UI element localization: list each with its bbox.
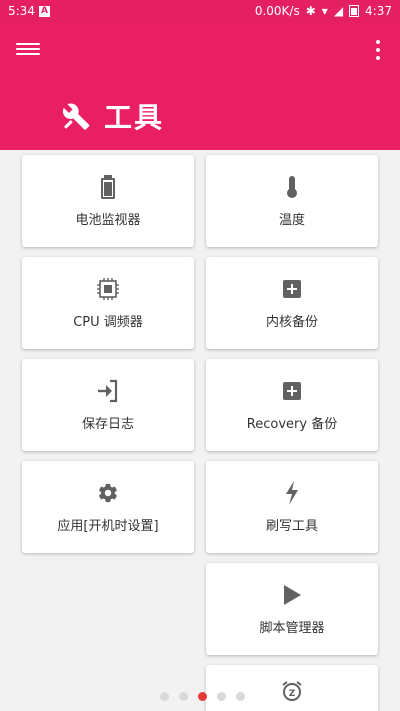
status-time: 4:37	[365, 4, 392, 18]
gear-icon	[96, 481, 120, 505]
tool-card-cpu-tuner[interactable]: CPU 调频器	[22, 257, 194, 349]
svg-text:Z: Z	[289, 689, 296, 699]
battery-status-icon	[349, 5, 360, 17]
play-icon	[280, 583, 304, 607]
wifi-icon: ▾	[321, 4, 328, 18]
tool-label: 保存日志	[81, 416, 134, 432]
page-dot[interactable]	[179, 692, 188, 701]
tool-label: CPU 调频器	[73, 314, 143, 330]
tool-card-save-log[interactable]: 保存日志	[22, 359, 194, 451]
tool-label: 刷写工具	[265, 518, 318, 534]
alarm-snooze-icon: Z	[280, 679, 304, 703]
status-bar: 5:34 A 0.00K/s ✱ ▾ ◢ 4:37	[0, 0, 400, 22]
menu-icon[interactable]	[16, 40, 40, 60]
tool-card-apply-on-boot[interactable]: 应用[开机时设置]	[22, 461, 194, 553]
app-bar: 工具	[0, 22, 400, 150]
tool-label: 应用[开机时设置]	[57, 518, 159, 534]
network-speed: 0.00K/s	[254, 4, 300, 18]
signal-icon: ◢	[333, 4, 344, 18]
tool-card-battery-monitor[interactable]: 电池监视器	[22, 155, 194, 247]
header-title-row: 工具	[60, 96, 164, 136]
tool-card-partial[interactable]: Z	[206, 665, 378, 711]
tool-card-script-manager[interactable]: 脚本管理器	[206, 563, 378, 655]
tool-card-flash-tool[interactable]: 刷写工具	[206, 461, 378, 553]
cpu-chip-icon	[96, 277, 120, 301]
tool-card-kernel-backup[interactable]: 内核备份	[206, 257, 378, 349]
page-indicator	[160, 692, 245, 701]
battery-icon	[96, 174, 120, 199]
page-dot[interactable]	[160, 692, 169, 701]
add-box-icon	[280, 379, 304, 403]
more-options-icon[interactable]	[374, 40, 382, 60]
notification-a-icon: A	[38, 5, 50, 17]
tool-label: 脚本管理器	[259, 620, 325, 636]
thermometer-icon	[280, 175, 304, 199]
page-dot[interactable]	[236, 692, 245, 701]
tool-label: 内核备份	[265, 314, 318, 330]
page-dot[interactable]	[217, 692, 226, 701]
add-box-icon	[280, 277, 304, 301]
tools-icon	[62, 103, 90, 130]
bluetooth-icon: ✱	[305, 4, 316, 18]
tool-label: Recovery 备份	[246, 416, 338, 432]
tool-label: 温度	[278, 212, 305, 228]
login-arrow-icon	[96, 379, 120, 403]
tool-card-temperature[interactable]: 温度	[206, 155, 378, 247]
status-left-text: 5:34	[8, 4, 35, 18]
page-title: 工具	[104, 101, 165, 134]
tool-label: 电池监视器	[75, 212, 141, 228]
flash-icon	[280, 480, 304, 505]
page-dot-active[interactable]	[198, 692, 207, 701]
tool-card-recovery-backup[interactable]: Recovery 备份	[206, 359, 378, 451]
